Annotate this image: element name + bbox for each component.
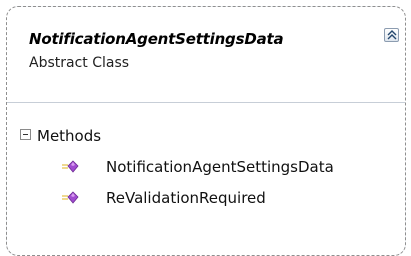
class-name: NotificationAgentSettingsData bbox=[29, 30, 284, 48]
class-shape[interactable]: NotificationAgentSettingsData Abstract C… bbox=[6, 6, 406, 256]
class-header: NotificationAgentSettingsData Abstract C… bbox=[7, 7, 405, 102]
method-icon bbox=[62, 160, 79, 173]
section-title: Methods bbox=[37, 127, 102, 145]
double-chevron-up-icon[interactable] bbox=[384, 28, 399, 42]
class-stereotype: Abstract Class bbox=[29, 55, 130, 71]
member-label: ReValidationRequired bbox=[106, 189, 266, 207]
minus-box-icon[interactable] bbox=[20, 129, 31, 140]
members-compartment: Methods NotificationAgentSettingsData Re… bbox=[7, 102, 405, 255]
member-label: NotificationAgentSettingsData bbox=[106, 158, 334, 176]
method-icon bbox=[62, 191, 79, 204]
